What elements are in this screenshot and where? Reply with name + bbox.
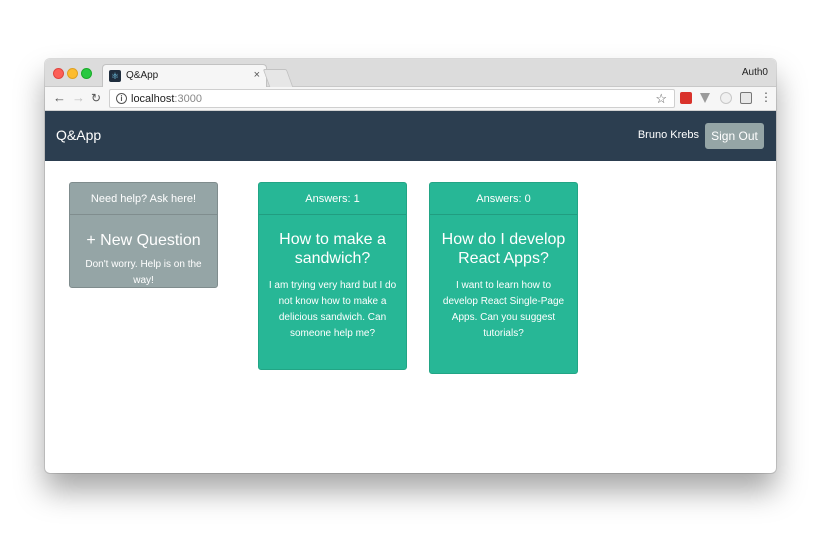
extension-circle-icon[interactable] [720,92,732,104]
sign-out-button[interactable]: Sign Out [705,123,764,149]
menu-kebab-icon[interactable]: ⋮ [760,90,772,104]
url-text: localhost:3000 [131,93,202,105]
reload-icon[interactable]: ↻ [91,91,101,105]
profile-label[interactable]: Auth0 [742,67,768,78]
tab-bar: ⚛ Q&App × Auth0 [45,59,776,88]
forward-arrow-icon[interactable]: → [72,91,85,105]
question-description: I am trying very hard but I do not know … [268,280,397,339]
app-brand[interactable]: Q&App [56,127,101,143]
browser-tab[interactable]: ⚛ Q&App × [102,64,267,88]
extension-screen-icon[interactable] [740,92,752,104]
browser-window: ⚛ Q&App × Auth0 ← → ↻ i localhost:3000 ☆… [45,59,776,473]
extension-vue-icon[interactable] [700,93,710,103]
info-icon[interactable]: i [116,93,127,104]
question-card[interactable]: Answers: 1 How to make a sandwich? I am … [258,182,407,370]
new-question-card[interactable]: Need help? Ask here! + New Question Don'… [69,182,218,288]
card-body: How to make a sandwich? I am trying very… [259,230,406,342]
card-body: + New Question Don't worry. Help is on t… [70,231,217,287]
tab-title: Q&App [126,70,159,81]
bookmark-star-icon[interactable]: ☆ [655,91,667,107]
tab-close-icon[interactable]: × [254,69,260,81]
user-name: Bruno Krebs [637,129,699,141]
card-text: Don't worry. Help is on the way! [85,259,202,286]
new-tab-button[interactable] [262,69,294,87]
extension-red-icon[interactable] [680,92,692,104]
question-card[interactable]: Answers: 0 How do I develop React Apps? … [429,182,578,374]
answers-count: Answers: 1 [259,183,406,215]
new-question-title: + New Question [86,232,201,249]
question-title: How to make a sandwich? [279,231,386,267]
answers-count: Answers: 0 [430,183,577,215]
react-favicon-icon: ⚛ [109,70,121,82]
maximize-window-button[interactable] [81,68,92,79]
url-port: :3000 [174,93,202,105]
back-arrow-icon[interactable]: ← [53,91,66,105]
minimize-window-button[interactable] [67,68,78,79]
card-body: How do I develop React Apps? I want to l… [430,230,577,342]
url-host: localhost [131,93,175,105]
browser-toolbar: ← → ↻ i localhost:3000 ☆ ⋮ [45,87,776,111]
close-window-button[interactable] [53,68,64,79]
address-bar[interactable]: i localhost:3000 ☆ [109,89,675,108]
app-navbar: Q&App Bruno Krebs Sign Out [45,111,776,161]
question-description: I want to learn how to develop React Sin… [442,280,565,339]
question-title: How do I develop React Apps? [441,231,566,267]
card-header: Need help? Ask here! [70,183,217,215]
